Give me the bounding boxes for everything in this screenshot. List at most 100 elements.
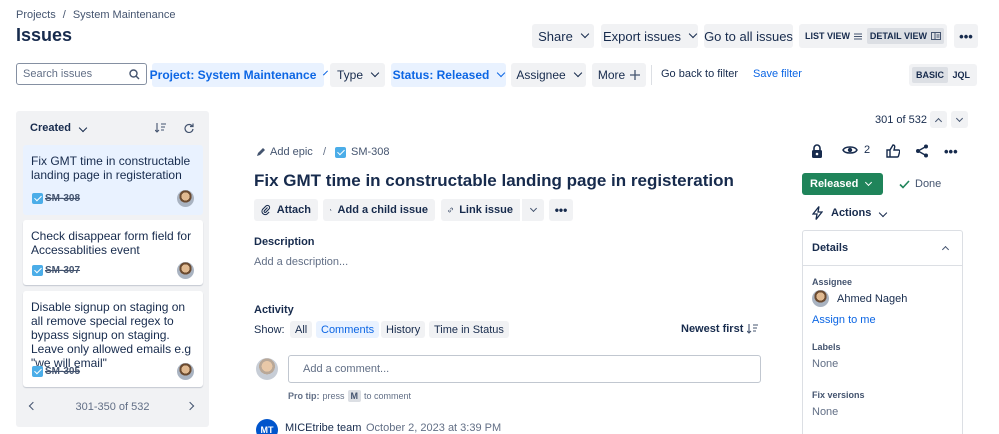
actions-button[interactable]: Actions bbox=[812, 206, 886, 220]
list-item-title: Disable signup on staging on all remove … bbox=[31, 300, 192, 370]
thumbs-up-icon[interactable] bbox=[886, 144, 900, 158]
lock-icon[interactable] bbox=[811, 144, 823, 158]
labels-label: Labels bbox=[812, 342, 841, 352]
breadcrumb-separator: / bbox=[62, 9, 66, 21]
attach-button[interactable]: Attach bbox=[254, 199, 318, 221]
assign-to-me-link[interactable]: Assign to me bbox=[812, 314, 876, 326]
fix-versions-value[interactable]: None bbox=[812, 406, 838, 418]
tab-all[interactable]: All bbox=[290, 321, 313, 338]
assignee-avatar bbox=[812, 290, 829, 307]
jql-mode-button[interactable]: JQL bbox=[948, 67, 974, 83]
assignee-label: Assignee bbox=[812, 277, 853, 287]
issue-more-button[interactable]: ••• bbox=[944, 144, 958, 159]
more-actions-button[interactable]: ••• bbox=[954, 24, 978, 48]
list-item[interactable]: Check disappear form field for Accessabl… bbox=[23, 220, 203, 285]
go-back-to-filter-link[interactable]: Go back to filter bbox=[661, 68, 738, 80]
avatar bbox=[177, 363, 194, 380]
issue-actions-more-button[interactable]: ••• bbox=[549, 199, 573, 221]
go-to-all-issues-button[interactable]: Go to all issues bbox=[704, 24, 793, 48]
tab-history[interactable]: History bbox=[381, 321, 426, 338]
tab-comments[interactable]: Comments bbox=[316, 321, 380, 338]
list-view-label: LIST VIEW bbox=[805, 31, 850, 41]
pro-tip-key: M bbox=[347, 390, 362, 402]
details-heading[interactable]: Details bbox=[812, 242, 848, 254]
activity-show-label: Show: bbox=[254, 324, 285, 336]
checkbox-icon bbox=[32, 265, 43, 276]
prev-issue-button[interactable] bbox=[930, 111, 947, 128]
more-filter[interactable]: More bbox=[592, 63, 646, 87]
resolution: Done bbox=[899, 178, 941, 190]
add-child-label: Add a child issue bbox=[337, 204, 428, 216]
issue-title[interactable]: Fix GMT time in constructable landing pa… bbox=[254, 171, 734, 191]
add-epic-button[interactable]: Add epic bbox=[256, 146, 313, 158]
author-avatar: MT bbox=[256, 419, 278, 434]
comment-placeholder: Add a comment... bbox=[303, 363, 390, 375]
breadcrumb-projects[interactable]: Projects bbox=[16, 9, 56, 21]
divider bbox=[651, 65, 652, 85]
assignee-name[interactable]: Ahmed Nageh bbox=[837, 293, 907, 305]
breadcrumb-project[interactable]: System Maintenance bbox=[73, 9, 176, 21]
pagination: 301-350 of 532 bbox=[16, 398, 209, 418]
chevron-down-icon bbox=[955, 114, 964, 122]
plus-icon bbox=[630, 70, 641, 80]
list-item-title: Fix GMT time in constructable landing pa… bbox=[31, 154, 191, 182]
link-issue-dropdown[interactable] bbox=[522, 199, 544, 221]
pagination-label: 301-350 of 532 bbox=[75, 401, 150, 413]
search-mode-toggle: BASIC JQL bbox=[909, 64, 977, 86]
pro-tip-prefix: Pro tip: bbox=[288, 391, 320, 401]
search-icon bbox=[129, 69, 140, 80]
next-issue-button[interactable] bbox=[951, 111, 968, 128]
list-item-key: SM-307 bbox=[45, 265, 81, 276]
pro-tip: Pro tip: press M to comment bbox=[288, 390, 411, 402]
share-button[interactable]: Share bbox=[532, 24, 594, 48]
chevron-down-icon bbox=[865, 178, 873, 187]
author-initials: MT bbox=[260, 425, 274, 434]
refresh-icon[interactable] bbox=[184, 123, 194, 133]
checkbox-icon bbox=[32, 193, 43, 204]
lightning-icon bbox=[812, 206, 823, 220]
type-filter[interactable]: Type bbox=[330, 63, 385, 87]
check-icon bbox=[899, 179, 910, 189]
issue-key-link[interactable]: SM-308 bbox=[351, 146, 390, 158]
author-name[interactable]: MICEtribe team bbox=[285, 422, 361, 434]
checkbox-icon bbox=[32, 366, 43, 377]
status-button[interactable]: Released bbox=[802, 173, 883, 195]
description-field[interactable]: Add a description... bbox=[254, 256, 348, 268]
view-toggle: LIST VIEW DETAIL VIEW bbox=[799, 24, 947, 48]
watch-button[interactable]: 2 bbox=[842, 144, 870, 156]
list-icon bbox=[854, 33, 862, 39]
save-filter-link[interactable]: Save filter bbox=[753, 68, 802, 80]
detail-view-button[interactable]: DETAIL VIEW bbox=[866, 28, 944, 44]
sort-label: Newest first bbox=[681, 323, 744, 335]
fix-versions-label: Fix versions bbox=[812, 390, 865, 400]
sort-icon[interactable] bbox=[155, 123, 166, 133]
search-placeholder: Search issues bbox=[23, 68, 93, 80]
assignee-filter[interactable]: Assignee bbox=[511, 63, 586, 87]
page-title: Issues bbox=[16, 25, 73, 45]
eye-icon bbox=[842, 146, 858, 154]
pencil-icon bbox=[257, 148, 265, 156]
list-item[interactable]: Fix GMT time in constructable landing pa… bbox=[23, 145, 203, 215]
comment-input[interactable]: Add a comment... bbox=[288, 355, 761, 383]
pro-tip-suffix: to comment bbox=[364, 391, 412, 401]
list-view-button[interactable]: LIST VIEW bbox=[802, 28, 865, 44]
link-issue-button[interactable]: Link issue bbox=[441, 199, 520, 221]
status-filter[interactable]: Status: Released bbox=[391, 63, 506, 87]
tab-time-in-status[interactable]: Time in Status bbox=[429, 321, 509, 338]
export-issues-button[interactable]: Export issues bbox=[601, 24, 698, 48]
labels-value[interactable]: None bbox=[812, 358, 838, 370]
paperclip-icon bbox=[261, 204, 271, 216]
sort-icon bbox=[747, 324, 759, 334]
basic-mode-button[interactable]: BASIC bbox=[912, 67, 949, 83]
details-divider bbox=[803, 265, 962, 266]
details-panel: Details Assignee Ahmed Nageh Assign to m… bbox=[802, 230, 963, 434]
sort-newest-first-button[interactable]: Newest first bbox=[681, 323, 759, 335]
add-child-issue-button[interactable]: Add a child issue bbox=[323, 199, 435, 221]
list-item[interactable]: Disable signup on staging on all remove … bbox=[23, 291, 203, 387]
watchers-count: 2 bbox=[864, 144, 871, 156]
share-icon[interactable] bbox=[915, 144, 929, 158]
project-filter[interactable]: Project: System Maintenance bbox=[150, 63, 324, 87]
sort-by-created-button[interactable]: Created bbox=[30, 122, 86, 134]
chevron-up-icon[interactable] bbox=[941, 245, 950, 254]
search-input[interactable]: Search issues bbox=[16, 63, 147, 85]
